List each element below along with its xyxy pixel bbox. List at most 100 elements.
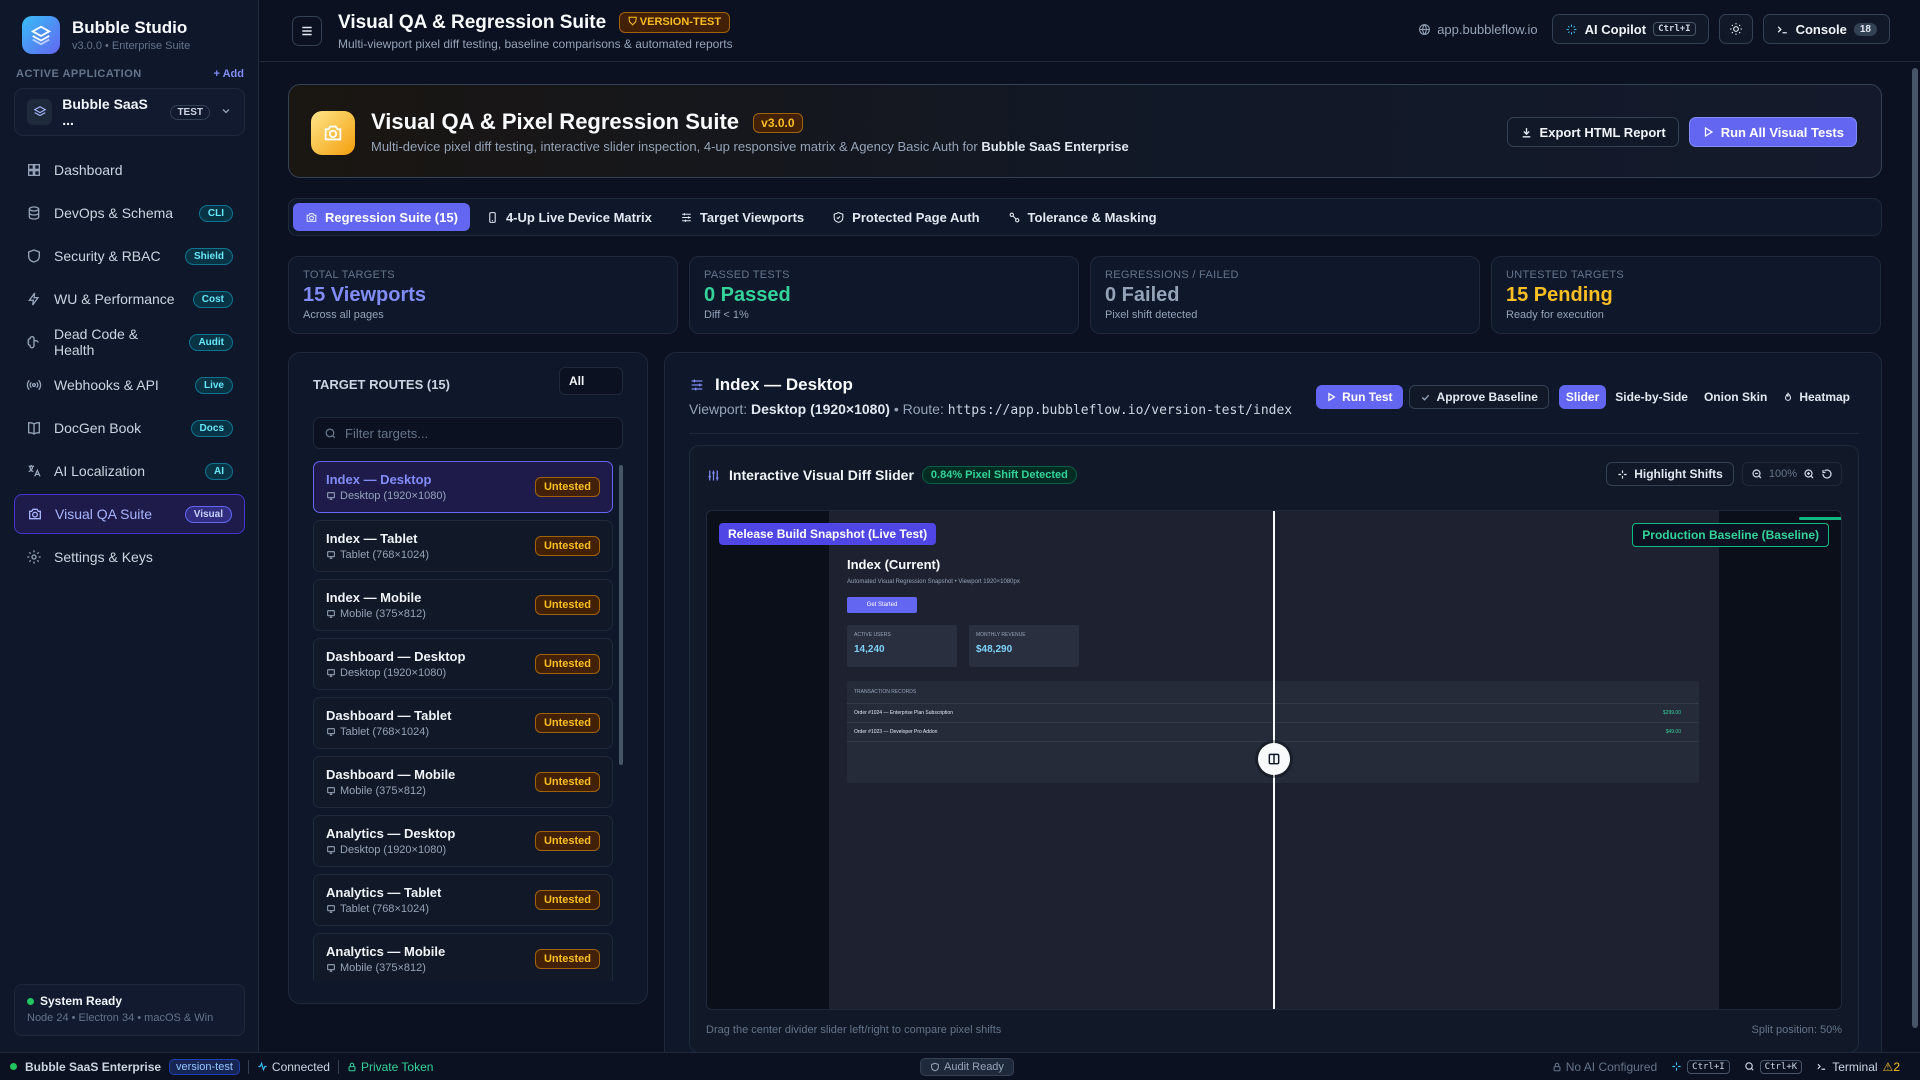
snapshot-row-label: Order #1024 — Enterprise Plan Subscripti… bbox=[854, 710, 953, 716]
columns-icon bbox=[1268, 753, 1280, 765]
mode-heatmap[interactable]: Heatmap bbox=[1776, 385, 1857, 409]
hero-title: Visual QA & Pixel Regression Suite v3.0.… bbox=[371, 109, 803, 135]
tab-regression-suite-15[interactable]: Regression Suite (15) bbox=[293, 203, 470, 231]
suite-tabs: Regression Suite (15) 4-Up Live Device Ma… bbox=[288, 198, 1882, 236]
device-icon bbox=[327, 492, 335, 500]
pulse-icon bbox=[258, 1061, 267, 1072]
sidebar-item-security-rbac[interactable]: Security & RBAC Shield bbox=[14, 236, 245, 276]
brand[interactable]: Bubble Studio v3.0.0 • Enterprise Suite bbox=[22, 16, 190, 54]
version-badge: ⛉ VERSION-TEST bbox=[619, 12, 731, 34]
tab-label: 4-Up Live Device Matrix bbox=[505, 209, 652, 225]
sidebar-item-label: Dashboard bbox=[54, 162, 123, 178]
mode-label: Slider bbox=[1565, 390, 1600, 404]
tab-protected-page-auth[interactable]: Protected Page Auth bbox=[820, 203, 991, 231]
connection-status[interactable]: Connected bbox=[257, 1060, 330, 1074]
run-test-button[interactable]: Run Test bbox=[1316, 385, 1403, 409]
zoom-level: 100% bbox=[1768, 468, 1797, 480]
route-item[interactable]: Analytics — Mobile Mobile (375×812) Untest… bbox=[313, 933, 613, 981]
sidebar-item-label: AI Localization bbox=[54, 463, 146, 479]
mode-label: Onion Skin bbox=[1703, 390, 1768, 404]
route-item[interactable]: Dashboard — Desktop Desktop (1920×1080) Un… bbox=[313, 638, 613, 690]
route-item[interactable]: Dashboard — Tablet Tablet (768×1024) Untes… bbox=[313, 697, 613, 749]
mode-onion-skin[interactable]: Onion Skin bbox=[1697, 385, 1774, 409]
tab-4-up-live-device-matrix[interactable]: 4-Up Live Device Matrix bbox=[474, 203, 664, 231]
tab-label: Tolerance & Masking bbox=[1027, 209, 1157, 225]
diff-title-text: Interactive Visual Diff Slider bbox=[729, 467, 914, 483]
main-scrollbar[interactable] bbox=[1912, 68, 1918, 1028]
sliders-icon bbox=[691, 379, 703, 391]
sidebar-item-visual-qa-suite[interactable]: Visual QA Suite Visual bbox=[14, 494, 245, 534]
sidebar-item-devops-schema[interactable]: DevOps & Schema CLI bbox=[14, 193, 245, 233]
sidebar-item-wu-performance[interactable]: WU & Performance Cost bbox=[14, 279, 245, 319]
main-scroll-thumb[interactable] bbox=[1912, 68, 1918, 1028]
status-env-badge[interactable]: version-test bbox=[169, 1058, 240, 1075]
terminal-toggle[interactable]: Terminal ⚠2 bbox=[1816, 1060, 1900, 1074]
routes-header: TARGET ROUTES (15) bbox=[313, 377, 450, 392]
highlight-shifts-button[interactable]: Highlight Shifts bbox=[1606, 462, 1734, 486]
menu-toggle-button[interactable] bbox=[292, 16, 322, 46]
diff-hint: Drag the center divider slider left/righ… bbox=[706, 1024, 1002, 1036]
mode-slider[interactable]: Slider bbox=[1558, 385, 1607, 409]
sidebar-item-ai-localization[interactable]: AI Localization AI bbox=[14, 451, 245, 491]
main-area: Visual QA & Regression Suite ⛉ VERSION-T… bbox=[260, 0, 1920, 1052]
app-selector[interactable]: Bubble SaaS ... TEST bbox=[14, 88, 245, 136]
reset-icon[interactable] bbox=[1821, 468, 1833, 480]
routes-scrollbar[interactable] bbox=[619, 465, 623, 765]
diff-canvas[interactable]: Index (Current) Automated Visual Regress… bbox=[706, 510, 1842, 1010]
route-device: Mobile (375×812) bbox=[340, 608, 426, 620]
console-button[interactable]: Console 18 bbox=[1762, 14, 1890, 44]
ai-copilot-button[interactable]: AI Copilot Ctrl+I bbox=[1551, 14, 1709, 44]
app-url[interactable]: app.bubbleflow.io bbox=[1418, 22, 1538, 37]
brain-icon bbox=[27, 336, 39, 349]
viewport-value: Desktop (1920×1080) bbox=[751, 401, 890, 417]
device-icon bbox=[327, 669, 335, 677]
zoom-in-icon[interactable] bbox=[1803, 468, 1815, 480]
page-subtitle: Multi-viewport pixel diff testing, basel… bbox=[338, 37, 733, 51]
copilot-shortcut[interactable]: Ctrl+I bbox=[1671, 1059, 1730, 1074]
ai-status[interactable]: No AI Configured bbox=[1552, 1060, 1657, 1074]
route-item[interactable]: Dashboard — Mobile Mobile (375×812) Untest… bbox=[313, 756, 613, 808]
mode-side-by-side[interactable]: Side-by-Side bbox=[1608, 385, 1695, 409]
device-icon bbox=[327, 610, 335, 618]
sidebar-item-docgen-book[interactable]: DocGen Book Docs bbox=[14, 408, 245, 448]
sidebar-item-dead-code-health[interactable]: Dead Code & Health Audit bbox=[14, 322, 245, 362]
sidebar-item-settings-keys[interactable]: Settings & Keys bbox=[14, 537, 245, 577]
sidebar-item-webhooks-api[interactable]: Webhooks & API Live bbox=[14, 365, 245, 405]
compare-mode-toggle: Slider Side-by-Side Onion Skin Heatmap bbox=[1558, 385, 1857, 409]
snapshot-metric-value: 14,240 bbox=[854, 644, 885, 655]
pixel-shift-badge: 0.84% Pixel Shift Detected bbox=[921, 466, 1077, 484]
tab-tolerance-masking[interactable]: Tolerance & Masking bbox=[996, 203, 1169, 231]
route-item[interactable]: Index — Desktop Desktop (1920×1080) Untest… bbox=[313, 461, 613, 513]
route-item[interactable]: Index — Tablet Tablet (768×1024) Untested bbox=[313, 520, 613, 572]
zoom-controls: 100% bbox=[1741, 462, 1842, 486]
stack-logo-icon bbox=[22, 16, 60, 54]
sidebar-item-badge: Docs bbox=[190, 419, 233, 437]
terminal-label: Terminal bbox=[1832, 1059, 1878, 1074]
split-handle[interactable] bbox=[1258, 743, 1290, 775]
connection-status-text: Connected bbox=[271, 1059, 330, 1074]
zoom-out-icon[interactable] bbox=[1751, 468, 1763, 480]
audit-status[interactable]: Audit Ready bbox=[920, 1057, 1014, 1076]
token-status[interactable]: Private Token bbox=[347, 1059, 434, 1074]
token-status-text: Private Token bbox=[360, 1059, 434, 1074]
routes-search[interactable] bbox=[313, 417, 623, 449]
approve-baseline-button[interactable]: Approve Baseline bbox=[1408, 385, 1549, 409]
export-report-button[interactable]: Export HTML Report bbox=[1506, 117, 1679, 147]
theme-toggle-button[interactable] bbox=[1718, 14, 1753, 44]
search-icon bbox=[1744, 1062, 1754, 1071]
add-app-button[interactable]: + Add bbox=[214, 68, 244, 80]
globe-icon bbox=[1419, 23, 1431, 35]
routes-filter-select[interactable]: All bbox=[559, 367, 623, 395]
tab-target-viewports[interactable]: Target Viewports bbox=[668, 203, 816, 231]
route-item[interactable]: Analytics — Desktop Desktop (1920×1080) Un… bbox=[313, 815, 613, 867]
routes-search-input[interactable] bbox=[345, 425, 605, 441]
flame-icon bbox=[1785, 392, 1792, 401]
run-all-tests-button[interactable]: Run All Visual Tests bbox=[1688, 117, 1857, 147]
route-item[interactable]: Analytics — Tablet Tablet (768×1024) Untes… bbox=[313, 874, 613, 926]
stat-card: TOTAL TARGETS 15 Viewports Across all page… bbox=[288, 256, 678, 334]
stat-subtitle: Pixel shift detected bbox=[1105, 309, 1198, 321]
sidebar-item-dashboard[interactable]: Dashboard bbox=[14, 150, 245, 190]
page-title-text: Visual QA & Regression Suite bbox=[338, 12, 607, 33]
route-item[interactable]: Index — Mobile Mobile (375×812) Untested bbox=[313, 579, 613, 631]
search-shortcut[interactable]: Ctrl+K bbox=[1744, 1059, 1803, 1074]
